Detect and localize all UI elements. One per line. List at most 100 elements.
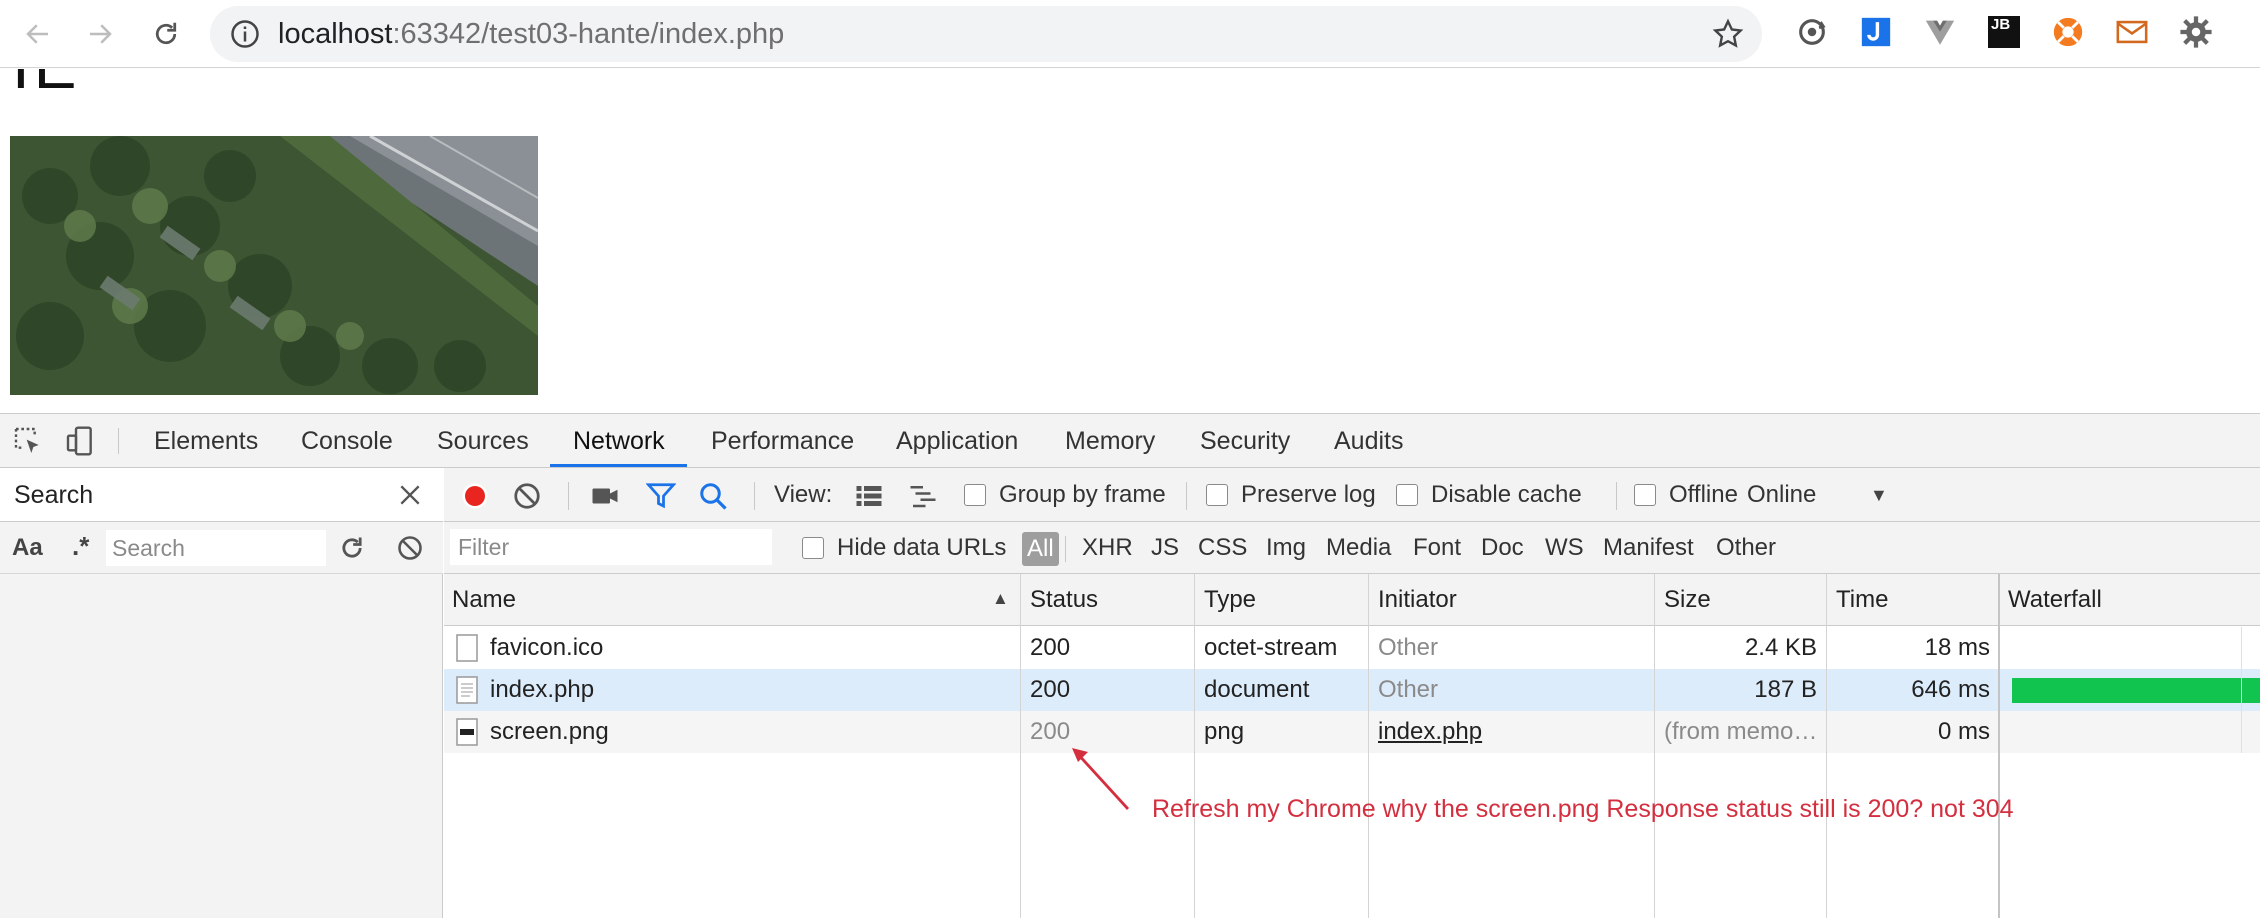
toolbar-separator: [1186, 482, 1187, 510]
request-size: (from memo…: [1664, 718, 1818, 745]
table-row[interactable]: index.php 200 document Other 187 B 646 m…: [444, 669, 2260, 711]
filter-type-media[interactable]: Media: [1326, 522, 1391, 574]
chevron-down-icon[interactable]: ▼: [1870, 468, 1888, 522]
refresh-icon[interactable]: [338, 534, 366, 562]
page-content: IE: [0, 69, 2260, 413]
star-icon[interactable]: [1712, 18, 1744, 50]
request-status: 200: [1030, 634, 1071, 661]
request-name: favicon.ico: [490, 634, 604, 661]
filter-type-manifest[interactable]: Manifest: [1603, 522, 1694, 574]
sync-extension-icon[interactable]: [1794, 14, 1830, 50]
document-icon: [456, 676, 478, 704]
table-row[interactable]: favicon.ico 200 octet-stream Other 2.4 K…: [444, 627, 2260, 669]
request-time: 0 ms: [1937, 718, 1990, 745]
device-toolbar-icon[interactable]: [64, 425, 96, 457]
column-divider[interactable]: [1654, 574, 1655, 918]
filter-type-all[interactable]: All: [1022, 532, 1059, 566]
filter-type-ws[interactable]: WS: [1545, 522, 1584, 574]
address-bar[interactable]: localhost:63342/test03-hante/index.php: [210, 6, 1762, 62]
close-icon[interactable]: [397, 482, 423, 508]
info-icon[interactable]: [230, 19, 260, 49]
camera-icon[interactable]: [590, 481, 620, 511]
blue-extension-icon[interactable]: [1858, 14, 1894, 50]
large-rows-icon[interactable]: [854, 481, 884, 511]
column-status[interactable]: Status: [1030, 574, 1098, 626]
reload-icon: [155, 22, 177, 45]
active-tab-indicator: [550, 464, 687, 467]
column-initiator[interactable]: Initiator: [1378, 574, 1457, 626]
filter-type-img[interactable]: Img: [1266, 522, 1306, 574]
column-divider[interactable]: [1020, 574, 1021, 918]
search-input[interactable]: [106, 530, 326, 566]
filter-type-other[interactable]: Other: [1716, 522, 1776, 574]
tab-application[interactable]: Application: [896, 414, 1018, 468]
tab-audits[interactable]: Audits: [1334, 414, 1403, 468]
tab-console[interactable]: Console: [301, 414, 393, 468]
hide-data-urls-checkbox[interactable]: [802, 537, 824, 559]
tab-elements[interactable]: Elements: [154, 414, 258, 468]
envelope-extension-icon[interactable]: [2114, 14, 2150, 50]
filter-type-js[interactable]: JS: [1151, 522, 1179, 574]
forward-arrow-icon: [90, 24, 112, 44]
request-status: 200: [1030, 718, 1071, 745]
reload-button[interactable]: [144, 12, 188, 56]
tab-network[interactable]: Network: [573, 414, 665, 468]
filter-type-css[interactable]: CSS: [1198, 522, 1247, 574]
jetbrains-extension-icon[interactable]: JB: [1986, 14, 2022, 50]
request-initiator-link[interactable]: index.php: [1378, 711, 1482, 753]
gear-extension-icon[interactable]: [2178, 14, 2214, 50]
request-initiator: Other: [1378, 634, 1439, 661]
disable-cache-checkbox[interactable]: [1396, 484, 1418, 506]
devtools-panel: Elements Console Sources Network Perform…: [0, 413, 2260, 918]
throttling-select[interactable]: Online: [1747, 468, 1816, 522]
filter-input[interactable]: [450, 529, 772, 565]
column-divider[interactable]: [1194, 574, 1195, 918]
search-icon[interactable]: [698, 481, 728, 511]
hide-data-urls-label: Hide data URLs: [837, 534, 1007, 561]
file-icon: [456, 634, 478, 662]
filter-type-font[interactable]: Font: [1413, 522, 1461, 574]
view-label: View:: [774, 481, 833, 508]
toolbar-separator: [754, 482, 755, 510]
column-time[interactable]: Time: [1836, 574, 1888, 626]
column-size[interactable]: Size: [1664, 574, 1711, 626]
back-button[interactable]: [16, 12, 60, 56]
group-by-frame-checkbox[interactable]: [964, 484, 986, 506]
vue-extension-icon[interactable]: [1922, 14, 1958, 50]
search-drawer-title: Search: [14, 481, 94, 509]
inspect-element-icon[interactable]: [12, 425, 44, 457]
request-size: 2.4 KB: [1744, 634, 1817, 661]
preserve-log-label: Preserve log: [1241, 481, 1376, 508]
image-file-icon: [456, 718, 478, 746]
preserve-log-checkbox[interactable]: [1206, 484, 1228, 506]
tab-memory[interactable]: Memory: [1065, 414, 1155, 468]
request-type: png: [1204, 718, 1245, 745]
filter-icon[interactable]: [646, 481, 676, 511]
network-panel: View: Group by frame Preserve log Disabl…: [444, 468, 2260, 918]
tab-security[interactable]: Security: [1200, 414, 1290, 468]
forward-button[interactable]: [78, 12, 122, 56]
offline-checkbox[interactable]: [1634, 484, 1656, 506]
orange-extension-icon[interactable]: [2050, 14, 2086, 50]
tab-performance[interactable]: Performance: [711, 414, 854, 468]
filter-type-xhr[interactable]: XHR: [1082, 522, 1133, 574]
clear-icon[interactable]: [396, 534, 424, 562]
column-divider[interactable]: [1998, 574, 2000, 918]
request-type: document: [1204, 676, 1310, 703]
tab-bar-separator: [118, 428, 119, 454]
record-icon[interactable]: [460, 481, 490, 511]
column-name[interactable]: Name: [452, 574, 516, 626]
filter-type-doc[interactable]: Doc: [1481, 522, 1524, 574]
search-drawer-header: Search: [0, 468, 443, 522]
clear-log-icon[interactable]: [512, 481, 542, 511]
column-waterfall[interactable]: Waterfall: [2008, 574, 2102, 626]
table-row[interactable]: screen.png 200 png index.php (from memo……: [444, 711, 2260, 753]
match-case-button[interactable]: Aa: [12, 522, 43, 574]
regex-button[interactable]: .*: [72, 522, 89, 570]
column-divider[interactable]: [1368, 574, 1369, 918]
overview-icon[interactable]: [908, 481, 938, 511]
column-divider[interactable]: [1826, 574, 1827, 918]
column-type[interactable]: Type: [1204, 574, 1256, 626]
tab-sources[interactable]: Sources: [437, 414, 529, 468]
page-heading: IE: [12, 69, 80, 103]
